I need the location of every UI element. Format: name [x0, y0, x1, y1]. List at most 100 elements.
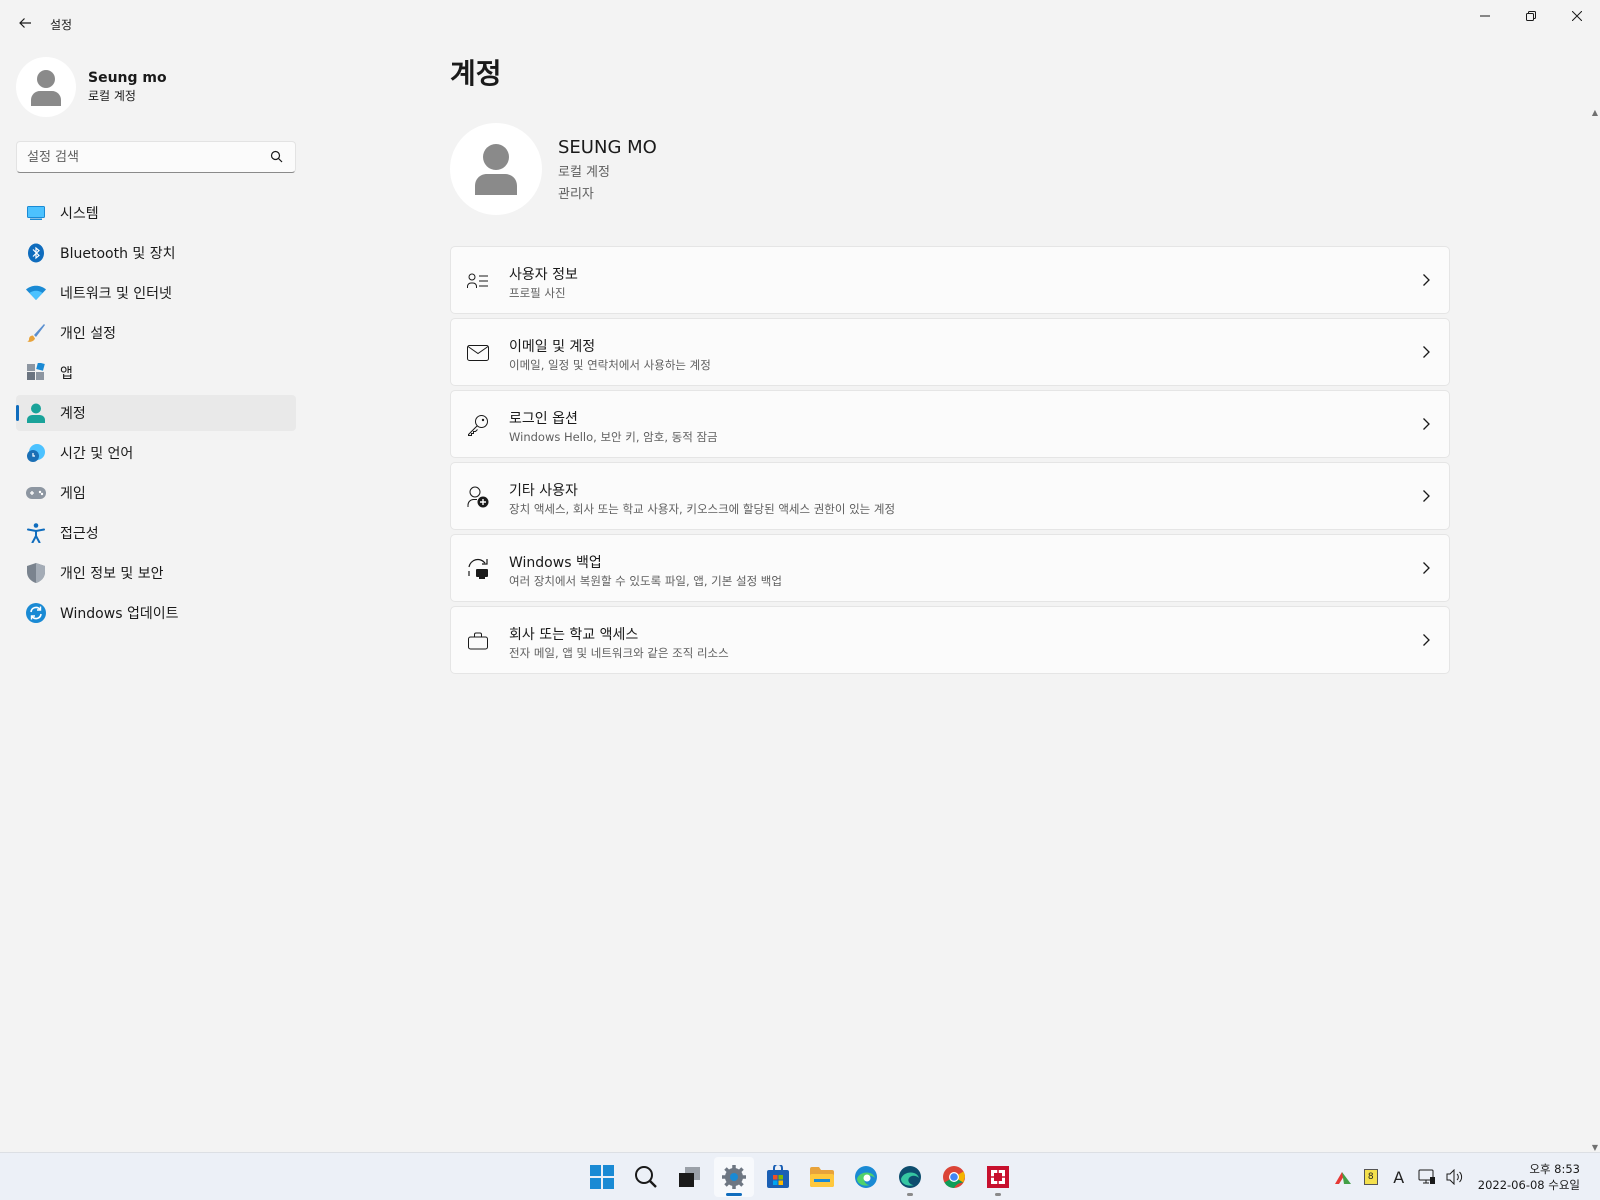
taskbar-edge-dev-app[interactable]: [890, 1157, 930, 1197]
accessibility-icon: [26, 523, 46, 543]
scroll-down-arrow-icon[interactable]: ▼: [1592, 1143, 1598, 1152]
person-placeholder-icon: [31, 70, 61, 106]
card-subtitle: 전자 메일, 앱 및 네트워크와 같은 조직 리소스: [509, 646, 729, 660]
sidebar-item-system[interactable]: 시스템: [16, 195, 296, 231]
clock[interactable]: 오후 8:53 2022-06-08 수요일: [1478, 1161, 1580, 1193]
card-sign-in-options[interactable]: 로그인 옵션 Windows Hello, 보안 키, 암호, 동적 잠금: [450, 390, 1450, 458]
user-info-icon: [467, 270, 489, 292]
network-status-button[interactable]: [1414, 1164, 1440, 1190]
minimize-icon: [1480, 15, 1490, 17]
sidebar-item-apps[interactable]: 앱: [16, 355, 296, 391]
clock-date: 2022-06-08 수요일: [1477, 1178, 1580, 1192]
file-explorer-icon: [810, 1167, 834, 1187]
profile-name: Seung mo: [88, 70, 167, 86]
sidebar-item-network[interactable]: 네트워크 및 인터넷: [16, 275, 296, 311]
taskbar-store-app[interactable]: [758, 1157, 798, 1197]
tray-badge-button[interactable]: 8: [1358, 1164, 1384, 1190]
scrollbar[interactable]: ▲ ▼: [1588, 108, 1600, 1152]
chevron-right-icon: [1423, 274, 1430, 286]
app-title: 설정: [50, 18, 73, 32]
restore-button[interactable]: [1508, 0, 1554, 32]
sidebar-profile[interactable]: Seung mo 로컬 계정: [16, 57, 167, 117]
card-work-school-access[interactable]: 회사 또는 학교 액세스 전자 메일, 앱 및 네트워크와 같은 조직 리소스: [450, 606, 1450, 674]
sidebar-item-time-language[interactable]: 시간 및 언어: [16, 435, 296, 471]
card-title: 로그인 옵션: [509, 411, 578, 427]
scroll-up-arrow-icon[interactable]: ▲: [1592, 108, 1598, 117]
sidebar-item-label: 개인 설정: [60, 326, 116, 342]
sidebar-item-accounts[interactable]: 계정: [16, 395, 296, 431]
close-icon: [1572, 11, 1582, 21]
gamepad-icon: [26, 483, 46, 503]
taskbar-file-explorer-app[interactable]: [802, 1157, 842, 1197]
back-button[interactable]: [12, 10, 38, 36]
settings-cards: 사용자 정보 프로필 사진 이메일 및 계정 이메일, 일정 및 연락처에서 사…: [450, 246, 1450, 678]
taskbar-search-button[interactable]: [626, 1157, 666, 1197]
taskbar-red-app[interactable]: [978, 1157, 1018, 1197]
sidebar-item-label: 시스템: [60, 206, 99, 222]
chevron-right-icon: [1423, 418, 1430, 430]
volume-button[interactable]: [1442, 1164, 1468, 1190]
ime-mode-button[interactable]: A: [1386, 1164, 1412, 1190]
card-title: 이메일 및 계정: [509, 339, 596, 355]
account-header: SEUNG MO 로컬 계정 관리자: [450, 123, 657, 215]
minimize-button[interactable]: [1462, 0, 1508, 32]
search-icon[interactable]: [270, 150, 283, 163]
account-avatar[interactable]: [450, 123, 542, 215]
account-role: 관리자: [558, 186, 594, 202]
mail-icon: [467, 342, 489, 364]
sidebar-item-label: 계정: [60, 406, 86, 422]
taskbar-chrome-app[interactable]: [934, 1157, 974, 1197]
key-icon: [467, 414, 489, 436]
close-button[interactable]: [1554, 0, 1600, 32]
shield-icon: [26, 563, 46, 583]
sidebar-item-label: 시간 및 언어: [60, 446, 134, 462]
sidebar-item-privacy-security[interactable]: 개인 정보 및 보안: [16, 555, 296, 591]
show-hidden-icons-button[interactable]: [1330, 1164, 1356, 1190]
profile-account-type: 로컬 계정: [88, 89, 136, 103]
taskbar-settings-app[interactable]: [714, 1157, 754, 1197]
system-tray: 8 A 오후 8:53 2022-06-08 수요일: [1330, 1153, 1600, 1200]
account-name: SEUNG MO: [558, 136, 657, 158]
taskbar: 8 A 오후 8:53 2022-06-08 수요일: [0, 1152, 1600, 1200]
card-subtitle: 여러 장치에서 복원할 수 있도록 파일, 앱, 기본 설정 백업: [509, 574, 782, 588]
backup-icon: [467, 558, 489, 580]
sidebar-item-personalization[interactable]: 개인 설정: [16, 315, 296, 351]
start-icon: [590, 1165, 614, 1189]
chevron-right-icon: [1423, 634, 1430, 646]
card-subtitle: Windows Hello, 보안 키, 암호, 동적 잠금: [509, 430, 718, 444]
settings-search[interactable]: [16, 141, 296, 173]
sidebar-item-accessibility[interactable]: 접근성: [16, 515, 296, 551]
search-input[interactable]: [17, 142, 257, 172]
active-app-indicator: [726, 1193, 742, 1196]
bluetooth-icon: [26, 243, 46, 263]
card-title: 기타 사용자: [509, 483, 578, 499]
taskbar-edge-app[interactable]: [846, 1157, 886, 1197]
settings-icon: [722, 1165, 746, 1189]
monitor-icon: [26, 203, 46, 223]
update-icon: [26, 603, 46, 623]
sidebar-item-bluetooth[interactable]: Bluetooth 및 장치: [16, 235, 296, 271]
title-bar: 설정: [0, 0, 1600, 46]
page-title: 계정: [450, 57, 502, 90]
task-view-button[interactable]: [670, 1157, 710, 1197]
sidebar-item-gaming[interactable]: 게임: [16, 475, 296, 511]
card-other-users[interactable]: 기타 사용자 장치 액세스, 회사 또는 학교 사용자, 키오스크에 할당된 액…: [450, 462, 1450, 530]
chevron-right-icon: [1423, 490, 1430, 502]
card-email-accounts[interactable]: 이메일 및 계정 이메일, 일정 및 연락처에서 사용하는 계정: [450, 318, 1450, 386]
sidebar-item-label: 개인 정보 및 보안: [60, 566, 164, 582]
card-subtitle: 장치 액세스, 회사 또는 학교 사용자, 키오스크에 할당된 액세스 권한이 …: [509, 502, 896, 516]
task-view-icon: [679, 1167, 700, 1187]
search-icon: [635, 1166, 657, 1188]
chevron-right-icon: [1423, 562, 1430, 574]
running-app-indicator: [995, 1193, 1001, 1196]
card-title: 회사 또는 학교 액세스: [509, 627, 639, 643]
back-arrow-icon: [19, 18, 31, 28]
avatar: [16, 57, 76, 117]
sidebar-item-windows-update[interactable]: Windows 업데이트: [16, 595, 296, 631]
edge-dev-icon: [899, 1166, 921, 1188]
sidebar-item-label: Windows 업데이트: [60, 606, 179, 622]
chevron-right-icon: [1423, 346, 1430, 358]
start-button[interactable]: [582, 1157, 622, 1197]
card-windows-backup[interactable]: Windows 백업 여러 장치에서 복원할 수 있도록 파일, 앱, 기본 설…: [450, 534, 1450, 602]
card-user-info[interactable]: 사용자 정보 프로필 사진: [450, 246, 1450, 314]
